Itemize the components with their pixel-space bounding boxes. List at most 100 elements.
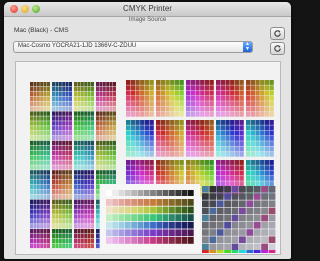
color-patch — [135, 95, 140, 101]
color-patch — [239, 207, 246, 215]
color-patch — [96, 86, 99, 92]
color-patch — [165, 141, 170, 147]
refresh-icon — [274, 45, 281, 52]
color-patch — [209, 222, 217, 229]
color-patch — [126, 90, 131, 96]
color-patch — [43, 135, 47, 141]
color-patch — [186, 106, 191, 112]
color-patch — [230, 120, 235, 125]
color-patch — [55, 204, 59, 209]
color-patch — [30, 243, 33, 249]
color-patch — [204, 151, 210, 157]
color-patch — [65, 101, 69, 106]
color-patch — [190, 90, 195, 96]
color-patch — [84, 150, 88, 155]
color-patch — [58, 209, 62, 214]
color-patch — [99, 155, 103, 160]
color-patch — [209, 214, 217, 222]
color-patch — [124, 206, 131, 214]
color-patch — [250, 141, 255, 147]
color-patch — [220, 170, 225, 176]
color-patch — [91, 145, 94, 151]
color-patch — [255, 130, 260, 136]
color-patch — [261, 229, 268, 236]
color-patch — [77, 160, 81, 165]
chevron-updown-icon[interactable]: ▲ ▼ — [243, 42, 252, 52]
color-patch — [74, 194, 77, 200]
color-patch — [33, 165, 37, 170]
title-bar[interactable]: CMYK Printer — [4, 2, 291, 17]
color-patch — [126, 95, 131, 101]
color-patch — [250, 120, 255, 125]
color-patch — [40, 106, 44, 111]
color-patch — [179, 95, 184, 101]
color-patch — [33, 101, 37, 106]
color-patch — [109, 150, 113, 155]
color-patch — [96, 184, 99, 190]
color-patch — [220, 181, 225, 187]
color-patch — [52, 175, 55, 180]
color-patch — [58, 155, 62, 160]
color-patch — [156, 101, 161, 107]
color-patch — [239, 125, 244, 131]
color-patch — [246, 243, 254, 251]
color-patch — [77, 91, 81, 97]
color-patch — [36, 91, 40, 97]
refresh-top-button[interactable] — [270, 27, 285, 40]
color-patch — [102, 82, 106, 87]
color-patch — [65, 150, 69, 155]
color-patch — [231, 207, 239, 215]
color-patch — [65, 214, 69, 219]
color-patch — [216, 146, 221, 152]
color-patch — [131, 214, 137, 221]
color-patch — [55, 160, 59, 165]
color-patch — [65, 219, 69, 224]
color-patch — [160, 95, 165, 101]
color-patch — [77, 180, 81, 185]
color-patch — [96, 106, 99, 111]
color-patch — [170, 160, 175, 165]
color-patch — [250, 175, 255, 181]
color-patch — [220, 85, 225, 91]
color-patch — [234, 160, 240, 165]
color-patch — [58, 243, 62, 249]
color-patch — [102, 150, 106, 155]
color-patch — [143, 190, 150, 196]
color-patch — [77, 194, 81, 200]
color-patch — [62, 150, 66, 155]
color-patch — [209, 236, 217, 243]
color-patch — [209, 250, 217, 253]
refresh-bottom-button[interactable] — [270, 42, 285, 55]
color-patch — [253, 236, 261, 243]
color-patch — [47, 199, 50, 204]
color-patch — [40, 238, 44, 244]
color-patch — [74, 150, 77, 155]
color-patch — [40, 131, 44, 136]
color-patch — [99, 86, 103, 92]
color-patch — [84, 214, 88, 219]
color-patch — [74, 204, 77, 209]
color-patch — [36, 180, 40, 185]
color-patch — [47, 116, 50, 121]
color-patch — [77, 219, 81, 224]
color-patch — [253, 214, 261, 222]
profile-popup[interactable]: Mac-Cosmo YOCRA21-1JD 1366V-C-ZDUU ▲ ▼ — [13, 41, 253, 53]
color-patch — [96, 189, 99, 195]
color-patch — [190, 80, 195, 85]
color-patch — [96, 155, 99, 160]
color-patch — [113, 160, 116, 165]
color-patch — [234, 85, 240, 91]
color-patch — [144, 80, 150, 85]
color-patch — [43, 86, 47, 92]
color-patch — [80, 165, 84, 170]
color-patch — [246, 106, 251, 112]
color-patch — [91, 214, 94, 219]
color-patch — [170, 141, 175, 147]
color-patch — [43, 199, 47, 204]
color-patch — [84, 91, 88, 97]
color-patch — [118, 206, 125, 214]
color-patch — [112, 237, 119, 244]
color-patch — [36, 131, 40, 136]
color-patch — [160, 160, 165, 165]
color-patch — [225, 80, 230, 85]
